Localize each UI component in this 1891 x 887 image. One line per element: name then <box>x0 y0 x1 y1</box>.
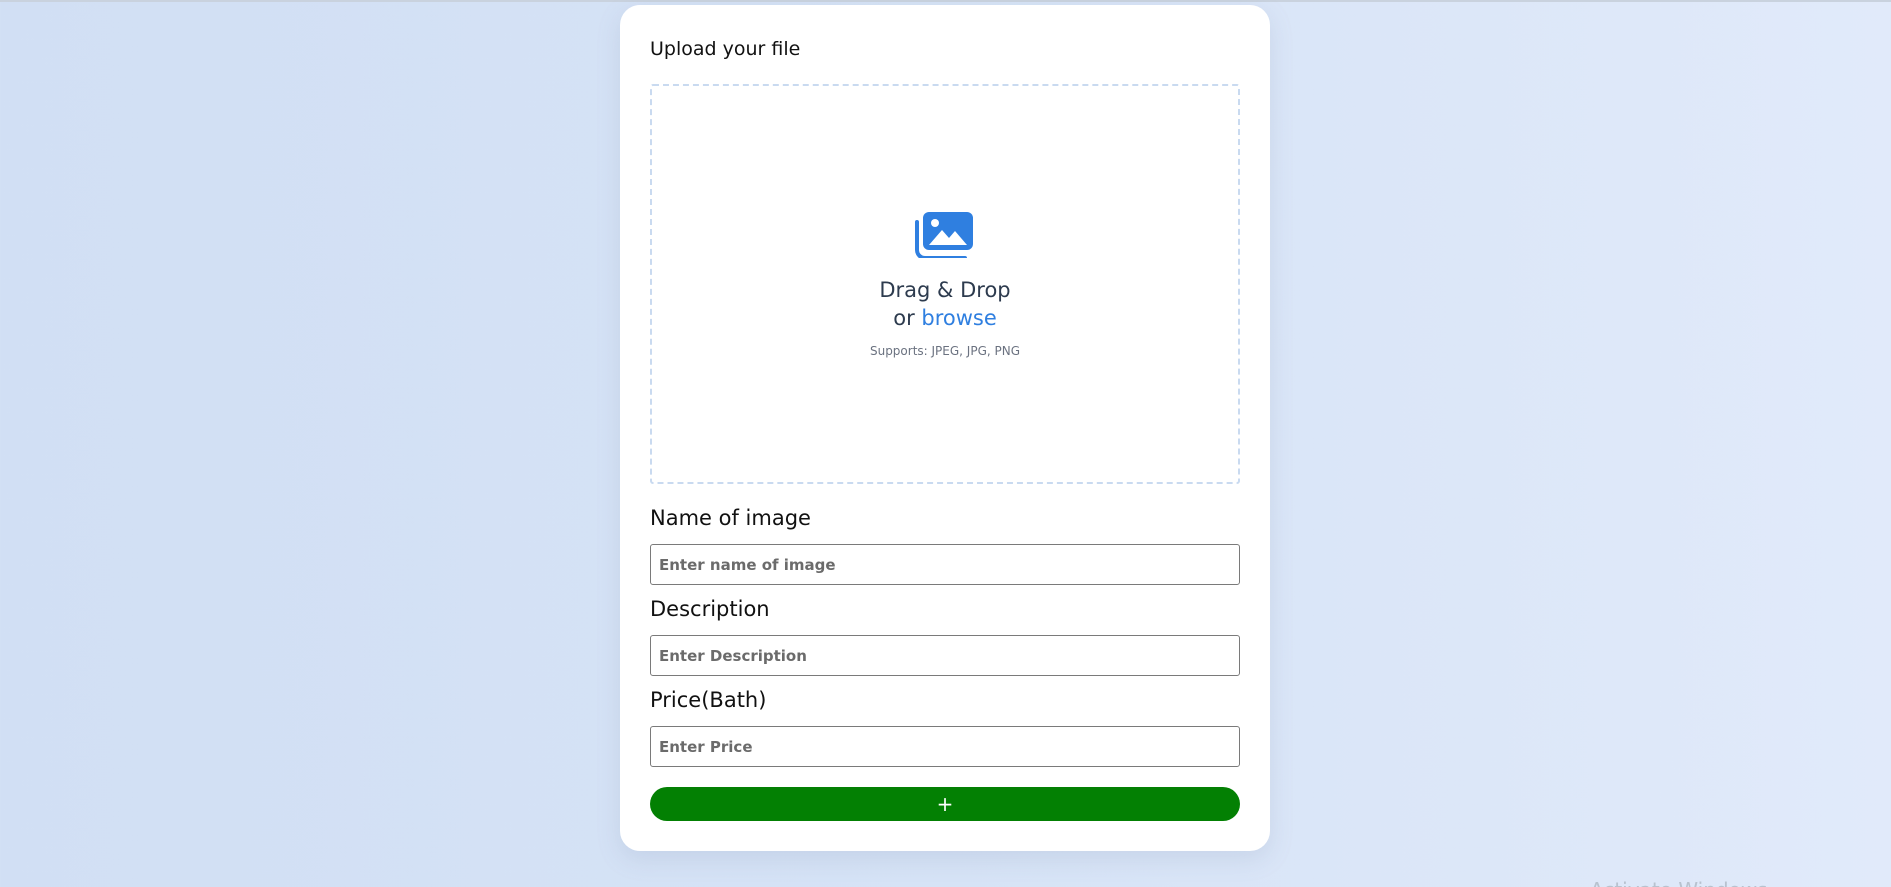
or-text: or <box>893 306 915 330</box>
drag-drop-text: Drag & Drop <box>879 278 1011 302</box>
file-dropzone[interactable]: Drag & Drop or browse Supports: JPEG, JP… <box>650 84 1240 484</box>
description-label: Description <box>650 597 770 621</box>
description-input[interactable] <box>650 635 1240 676</box>
upload-title: Upload your file <box>650 38 801 60</box>
browse-line: or browse <box>652 306 1238 330</box>
browse-link[interactable]: browse <box>921 306 996 330</box>
name-label: Name of image <box>650 506 811 530</box>
name-input[interactable] <box>650 544 1240 585</box>
photo-stack-icon <box>915 212 973 258</box>
supported-formats: Supports: JPEG, JPG, PNG <box>869 344 1021 358</box>
price-label: Price(Bath) <box>650 688 767 712</box>
price-input[interactable] <box>650 726 1240 767</box>
add-button[interactable]: + <box>650 787 1240 821</box>
dropzone-content: Drag & Drop or browse Supports: JPEG, JP… <box>652 210 1238 358</box>
upload-card: Upload your file Drag & Drop or browse S… <box>620 5 1270 851</box>
activate-windows-watermark: Activate Windows <box>1590 878 1768 887</box>
